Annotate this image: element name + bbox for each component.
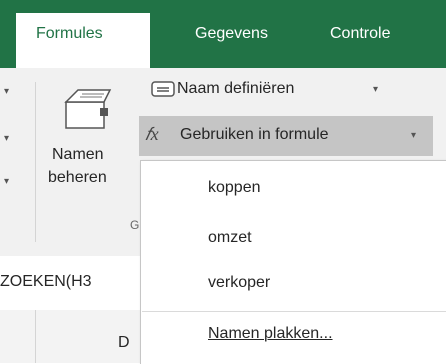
chevron-down-icon: ▾ [411, 130, 417, 141]
menu-separator [142, 311, 446, 312]
formula-bar[interactable]: ZOEKEN(H3 [0, 256, 140, 311]
clipped-command-caret[interactable]: ▾ [4, 176, 9, 187]
tab-gegevens[interactable]: Gegevens [195, 25, 268, 43]
column-header-d[interactable]: D [118, 334, 130, 352]
group-separator [35, 82, 36, 242]
define-name-button[interactable]: Naam definiëren ▾ [143, 76, 433, 108]
define-name-label: Naam definiëren [177, 80, 295, 97]
tab-formules-label: Formules [36, 25, 103, 42]
column-header-row: D [0, 310, 140, 363]
group-label: G [130, 218, 140, 232]
menu-item-koppen[interactable]: koppen [208, 179, 261, 197]
name-manager-icon [64, 89, 112, 129]
menu-item-paste-names[interactable]: Namen plakken... [208, 325, 333, 343]
clipped-command-caret[interactable]: ▾ [4, 86, 9, 97]
use-in-formula-button[interactable]: 𝑓x Gebruiken in formule ▾ [139, 116, 433, 156]
menu-item-omzet[interactable]: omzet [208, 229, 252, 247]
name-manager-button[interactable]: Namen beheren [48, 84, 132, 209]
formula-text: ZOEKEN(H3 [0, 273, 92, 290]
chevron-down-icon: ▾ [373, 84, 379, 95]
menu-item-verkoper[interactable]: verkoper [208, 274, 270, 292]
tab-controle[interactable]: Controle [330, 25, 390, 43]
clipped-command-caret[interactable]: ▾ [4, 133, 9, 144]
use-in-formula-label: Gebruiken in formule [180, 126, 329, 143]
use-in-formula-menu: koppen omzet verkoper Namen plakken... [140, 160, 446, 364]
tab-formules[interactable]: Formules [16, 13, 150, 68]
column-divider [35, 310, 36, 363]
define-name-icon [151, 81, 175, 97]
name-manager-label-1: Namen [52, 146, 104, 163]
name-manager-label-2: beheren [48, 169, 107, 186]
function-fx-icon: 𝑓x [145, 124, 159, 144]
